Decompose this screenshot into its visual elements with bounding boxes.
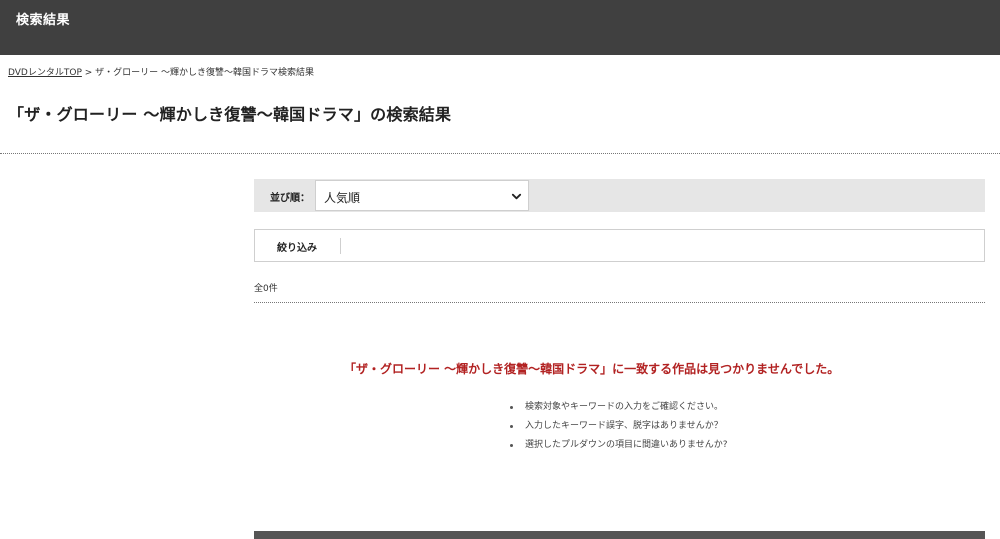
no-results-message: 「ザ・グローリー ～輝かしき復讐～韓国ドラマ」に一致する作品は見つかりませんでし…	[344, 362, 840, 376]
hint-text: 選択したプルダウンの項目に間違いありませんか?	[525, 440, 728, 450]
header-title: 検索結果	[16, 13, 71, 28]
chevron-down-icon	[511, 193, 522, 200]
results-divider	[254, 302, 985, 303]
sort-label: 並び順：	[270, 193, 310, 204]
hint-text: 検索対象やキーワードの入力をご確認ください。	[525, 402, 724, 412]
filter-box: 絞り込み	[254, 229, 985, 262]
hint-text: 入力したキーワード誤字、脱字はありませんか？	[525, 421, 723, 431]
page-title: 「ザ・グローリー ～輝かしき復讐～韓国ドラマ」の検索結果	[8, 105, 452, 124]
result-count: 全0件	[254, 284, 278, 294]
hint-list: 検索対象やキーワードの入力をご確認ください。 入力したキーワード誤字、脱字はあり…	[510, 398, 728, 455]
footer-bar	[254, 531, 985, 539]
breadcrumb-home-link[interactable]: DVDレンタルTOP	[8, 68, 82, 78]
filter-divider	[340, 238, 341, 254]
hint-item: 選択したプルダウンの項目に間違いありませんか?	[510, 436, 728, 455]
filter-toggle[interactable]: 絞り込み	[277, 239, 317, 254]
hint-item: 検索対象やキーワードの入力をご確認ください。	[510, 398, 728, 417]
hint-item: 入力したキーワード誤字、脱字はありませんか？	[510, 417, 728, 436]
sort-bar: 並び順： 人気順	[254, 179, 985, 212]
bullet-icon	[510, 444, 513, 447]
breadcrumb-current: ザ・グローリー ～輝かしき復讐～韓国ドラマ検索結果	[95, 68, 315, 78]
breadcrumb-separator: >	[84, 68, 93, 78]
bullet-icon	[510, 406, 513, 409]
bullet-icon	[510, 425, 513, 428]
sort-select[interactable]: 人気順	[315, 180, 529, 211]
sort-selected-value: 人気順	[324, 191, 361, 205]
title-divider	[0, 153, 1000, 154]
breadcrumb: DVDレンタルTOP > ザ・グローリー ～輝かしき復讐～韓国ドラマ検索結果	[8, 65, 314, 78]
top-header-bar: 検索結果	[0, 0, 1000, 55]
